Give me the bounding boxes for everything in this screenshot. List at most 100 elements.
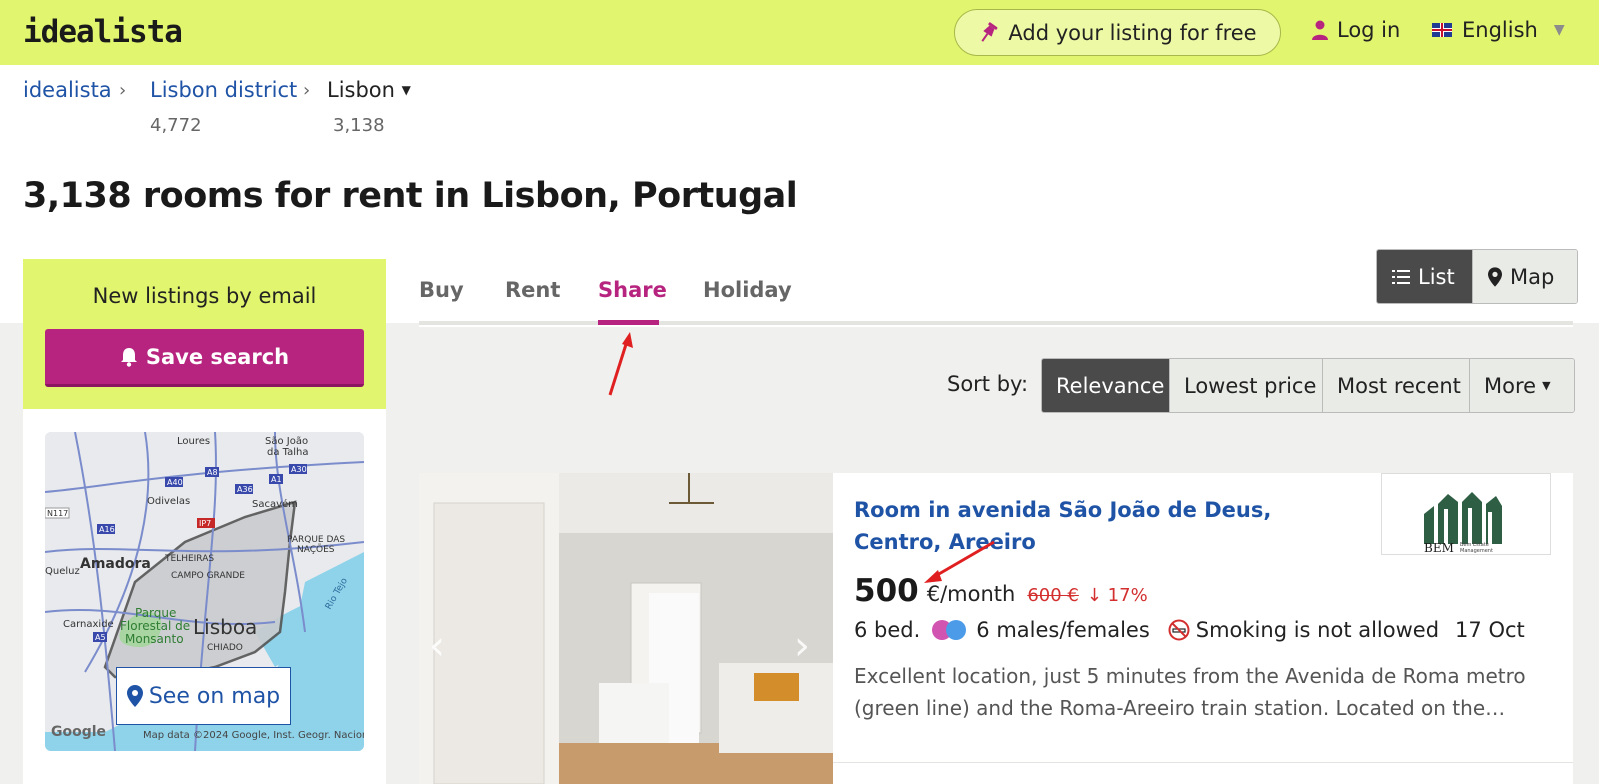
svg-text:A30: A30 (291, 465, 307, 474)
svg-text:NAÇÕES: NAÇÕES (297, 543, 335, 555)
svg-text:da Talha: da Talha (267, 447, 308, 458)
map-attribution: Map data ©2024 Google, Inst. Geogr. Naci… (143, 730, 364, 741)
next-photo-arrow[interactable]: › (794, 623, 810, 669)
annotation-arrow-icon (608, 332, 633, 396)
svg-text:TELHEIRAS: TELHEIRAS (164, 554, 214, 564)
listing-date: 17 Oct (1455, 618, 1525, 642)
svg-text:Sacavém: Sacavém (252, 498, 298, 510)
bedrooms-count: 6 bed. (854, 618, 921, 642)
pin-icon (981, 21, 998, 42)
svg-text:Florestal de: Florestal de (120, 619, 190, 633)
save-search-label: Save search (145, 344, 290, 369)
top-header: idealista Add your listing for free Log … (0, 0, 1599, 65)
breadcrumb-lisbon-label: Lisbon (327, 78, 395, 102)
add-listing-label: Add your listing for free (1008, 20, 1257, 45)
price-drop-percent: 17% (1107, 585, 1148, 606)
user-icon (1312, 20, 1328, 40)
sort-most-recent[interactable]: Most recent (1322, 359, 1469, 412)
add-listing-button[interactable]: Add your listing for free (954, 9, 1281, 56)
no-smoking-icon (1168, 619, 1190, 641)
price-block: 500 €/month 600 € ↓ 17% (854, 573, 1148, 609)
listing-details: 6 bed. 6 males/females Smoking is not al… (854, 618, 1525, 642)
svg-text:Management: Management (1460, 548, 1493, 554)
svg-text:Monsanto: Monsanto (125, 632, 184, 646)
svg-text:Carnaxide: Carnaxide (63, 619, 114, 630)
page-title: 3,138 rooms for rent in Lisbon, Portugal (23, 176, 798, 216)
breadcrumb-count: 3,138 (333, 115, 385, 136)
login-link[interactable]: Log in (1311, 18, 1400, 42)
list-icon (1392, 269, 1410, 284)
sort-more-label: More (1484, 373, 1537, 398)
area-map[interactable]: Loures São João da Talha Odivelas Sacavé… (45, 432, 364, 751)
svg-text:A8: A8 (207, 468, 218, 477)
see-on-map-button[interactable]: See on map (116, 667, 291, 725)
svg-text:A16: A16 (99, 525, 115, 534)
active-tab-indicator (598, 320, 659, 325)
sort-relevance[interactable]: Relevance (1042, 359, 1169, 412)
caret-down-icon: ▼ (1542, 379, 1551, 392)
tab-share[interactable]: Share (598, 278, 667, 302)
email-alert-title: New listings by email (92, 284, 317, 308)
old-price: 600 € (1027, 585, 1079, 606)
language-label: English (1462, 18, 1538, 42)
map-view-label: Map (1510, 264, 1555, 289)
sort-lowest-price[interactable]: Lowest price (1169, 359, 1322, 412)
bell-icon (120, 347, 137, 367)
sort-options: Relevance Lowest price Most recent More … (1041, 358, 1575, 413)
sort-label: Sort by: (947, 372, 1029, 396)
map-pin-icon (1488, 266, 1502, 287)
svg-text:N117: N117 (47, 509, 68, 518)
svg-text:Amadora: Amadora (80, 556, 151, 572)
previous-photo-arrow[interactable]: ‹ (429, 623, 445, 669)
sort-more-dropdown[interactable]: More ▼ (1469, 359, 1574, 412)
breadcrumb-lisbon-district[interactable]: Lisbon district (150, 78, 297, 102)
map-pin-icon (126, 685, 143, 707)
breadcrumb-lisbon-dropdown[interactable]: Lisbon ▼ (327, 78, 411, 102)
smoking-policy: Smoking is not allowed (1195, 618, 1440, 642)
breadcrumb-count: 4,772 (150, 115, 202, 136)
svg-text:A5: A5 (95, 633, 106, 642)
room-photo (419, 473, 833, 784)
map-view-button[interactable]: Map (1472, 250, 1577, 303)
google-logo: Google (51, 724, 107, 740)
svg-text:CHIADO: CHIADO (207, 643, 243, 653)
card-divider (833, 762, 1573, 763)
svg-text:Loures: Loures (177, 436, 210, 447)
chevron-down-icon: ▼ (1553, 22, 1565, 38)
svg-text:A36: A36 (237, 485, 253, 494)
see-on-map-label: See on map (148, 683, 281, 709)
list-view-button[interactable]: List (1377, 250, 1472, 303)
svg-text:Queluz: Queluz (45, 566, 80, 577)
agency-logo-graphic: BEM Bem Estate Management (1424, 492, 1502, 555)
listing-photo[interactable]: ‹ › (419, 473, 833, 784)
svg-text:A1: A1 (271, 475, 282, 484)
annotation-arrow-icon (924, 540, 995, 583)
occupants-label: 6 males/females (976, 618, 1150, 642)
tab-rent[interactable]: Rent (505, 278, 560, 302)
price-drop: ↓ 17% (1087, 585, 1148, 606)
svg-text:Lisboa: Lisboa (193, 615, 257, 639)
chevron-right-icon: › (303, 80, 311, 101)
svg-text:CAMPO GRANDE: CAMPO GRANDE (171, 571, 245, 581)
idealista-logo[interactable]: idealista (23, 14, 183, 50)
caret-down-icon: ▼ (401, 83, 411, 97)
agency-logo[interactable]: BEM Bem Estate Management (1381, 473, 1551, 555)
tab-buy[interactable]: Buy (419, 278, 464, 302)
svg-text:São João: São João (265, 436, 308, 447)
breadcrumb-idealista[interactable]: idealista (23, 78, 112, 102)
price-value: 500 (854, 573, 919, 609)
svg-text:A40: A40 (167, 478, 183, 487)
agency-logo-text: BEM (1424, 541, 1454, 555)
language-selector[interactable]: English ▼ (1432, 18, 1565, 42)
login-label: Log in (1337, 18, 1401, 42)
save-search-button[interactable]: Save search (45, 329, 364, 387)
uk-flag-icon (1432, 23, 1452, 37)
listing-description: Excellent location, just 5 minutes from … (854, 664, 1526, 720)
email-alert-card: New listings by email Save search (23, 259, 386, 409)
tab-holiday[interactable]: Holiday (703, 278, 792, 302)
view-toggle: List Map (1376, 249, 1578, 304)
list-view-label: List (1418, 264, 1455, 289)
svg-text:Parque: Parque (135, 606, 176, 620)
gender-dots-icon (932, 619, 968, 641)
chevron-right-icon: › (119, 80, 127, 101)
